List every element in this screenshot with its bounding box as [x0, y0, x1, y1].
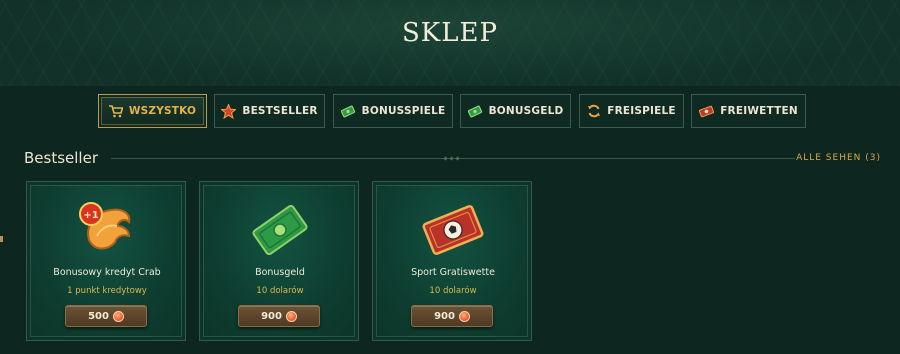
product-card[interactable]: +1 Bonusowy kredyt Crab 1 punkt kredytow…: [26, 181, 186, 341]
product-value: 1 punkt kredytowy: [67, 286, 147, 296]
product-name: Bonusowy kredyt Crab: [53, 267, 161, 278]
tab-label: WSZYSTKO: [128, 105, 197, 117]
ticket-icon: [699, 105, 715, 118]
product-value: 10 dolarów: [429, 286, 477, 296]
divider-ornament: [443, 156, 460, 161]
tab-label: BESTSELLER: [242, 105, 318, 117]
star-icon: [221, 103, 237, 119]
tab-bonusspiele[interactable]: BONUSSPIELE: [333, 94, 453, 128]
price-amount: 900: [261, 310, 282, 322]
product-card[interactable]: Bonusgeld 10 dolarów 900: [199, 181, 359, 341]
tab-freispiele[interactable]: FREISPIELE: [579, 94, 684, 128]
cash-icon: [467, 105, 483, 118]
section-title: Bestseller: [24, 149, 98, 167]
tab-label: FREIWETTEN: [720, 105, 798, 117]
tab-all[interactable]: WSZYSTKO: [98, 94, 207, 128]
coin-icon: [285, 310, 297, 322]
tab-freiwetten[interactable]: FREIWETTEN: [691, 94, 806, 128]
buy-button[interactable]: 500: [65, 305, 147, 327]
football-ticket-icon: [373, 192, 533, 262]
category-tabs: WSZYSTKO BESTSELLER BONUSSPIELE BONUSGEL…: [0, 94, 900, 128]
tab-bonusgeld[interactable]: BONUSGELD: [460, 94, 571, 128]
tab-label: BONUSGELD: [488, 105, 564, 117]
see-all-link[interactable]: ALLE SEHEN (3): [796, 153, 881, 163]
product-card[interactable]: Sport Gratiswette 10 dolarów 900: [372, 181, 532, 341]
tab-bestseller[interactable]: BESTSELLER: [214, 94, 325, 128]
product-value: 10 dolarów: [256, 286, 304, 296]
crab-claw-icon: +1: [27, 192, 187, 262]
badge-text: +1: [83, 210, 98, 221]
price-amount: 500: [88, 310, 109, 322]
refresh-icon: [587, 104, 601, 118]
buy-button[interactable]: 900: [411, 305, 493, 327]
cart-icon: [108, 104, 123, 118]
tab-label: BONUSSPIELE: [361, 105, 446, 117]
cash-bill-icon: [200, 192, 360, 262]
price-amount: 900: [434, 310, 455, 322]
tab-label: FREISPIELE: [607, 105, 676, 117]
edge-marker: [0, 236, 3, 242]
buy-button[interactable]: 900: [238, 305, 320, 327]
page-title: SKLEP: [402, 18, 498, 48]
coin-icon: [458, 310, 470, 322]
product-name: Bonusgeld: [255, 267, 305, 278]
coin-icon: [112, 310, 124, 322]
product-name: Sport Gratiswette: [411, 267, 495, 278]
cash-icon: [340, 105, 356, 118]
